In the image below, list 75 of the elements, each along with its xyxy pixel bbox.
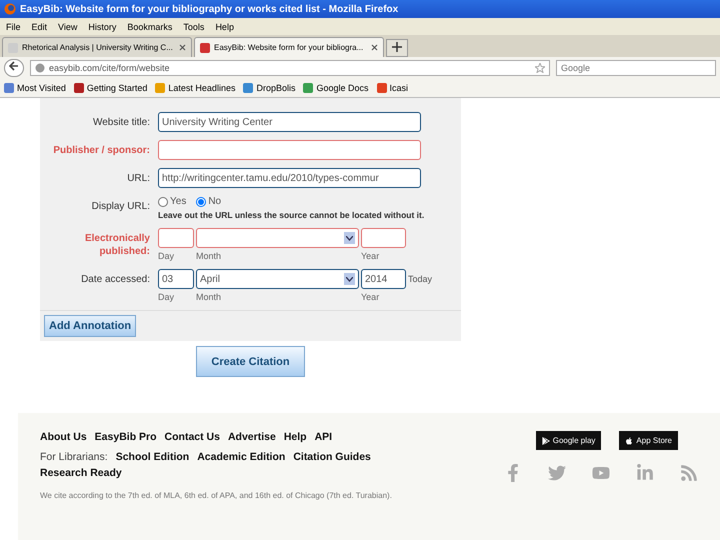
footer-link[interactable]: EasyBib Pro [94,431,157,443]
bookmark-item[interactable]: DropBolis [243,82,296,92]
field-label: Website title: [92,116,150,129]
bookmark-item[interactable]: Icasi [376,82,408,92]
date-part-label: Month [196,251,222,261]
page-icon [200,42,210,52]
footer-link[interactable]: Advertise [228,431,276,443]
date-part-label: Day [158,292,176,302]
menu-item[interactable]: View [58,22,78,32]
date-part-label: Day [158,251,176,261]
bookmark-item[interactable]: Latest Headlines [155,82,236,92]
linkedin-icon[interactable] [636,464,654,482]
footer-link[interactable]: Academic Edition [197,451,286,463]
footer-link[interactable]: School Edition [116,451,190,463]
back-arrow-icon [9,61,19,71]
year-field[interactable] [361,228,406,248]
text-field[interactable] [158,140,421,160]
field-label: URL: [126,172,150,185]
search-field[interactable]: Google [556,60,716,76]
back-button[interactable] [4,58,24,76]
field-label: Publisher / sponsor: [52,144,150,157]
twitter-icon[interactable] [548,464,566,482]
menu-item[interactable]: Help [215,22,234,32]
menu-item[interactable]: History [88,22,116,32]
menu-item[interactable]: Tools [183,22,204,32]
field-label: Electronically published: [84,232,150,258]
month-select[interactable] [196,228,359,248]
rss-icon[interactable] [680,464,698,482]
menu-item[interactable]: Bookmarks [127,22,172,32]
app-store-badge[interactable]: App Store [619,431,678,450]
close-icon[interactable] [371,44,378,51]
browser-tab[interactable]: EasyBib: Website form for your bibliogra... [194,37,384,57]
globe-icon [35,62,45,72]
window-title: EasyBib: Website form for your bibliography or works cited list - Mozilla Firefox [20,4,398,14]
field-label: Date accessed: [80,273,150,286]
caret-icon [344,273,355,285]
youtube-icon[interactable] [592,464,610,482]
star-icon[interactable] [535,62,545,72]
browser-tab[interactable]: Rhetorical Analysis | University Writing C... [2,37,192,57]
day-field[interactable]: 03 [158,269,194,289]
radio-option[interactable]: Yes [158,196,186,207]
footer-link[interactable]: Help [284,431,307,443]
date-part-label: Year [361,251,380,261]
footer-link[interactable]: Contact Us [164,431,220,443]
date-part-label: Month [196,292,222,302]
field-label: Display URL: [90,200,150,213]
bookmark-item[interactable]: Most Visited [4,82,66,92]
bookmark-item[interactable]: Google Docs [303,82,368,92]
month-select[interactable]: April [196,269,359,289]
today-link[interactable]: Today [408,274,432,284]
date-part-label: Year [361,292,380,302]
footer-link[interactable]: API [314,431,332,443]
create-citation-button[interactable]: Create Citation [196,346,305,377]
add-annotation-button[interactable]: Add Annotation [44,315,136,337]
new-tab-button[interactable] [386,39,408,57]
text-field[interactable]: http://writingcenter.tamu.edu/2010/types-commur [158,168,421,188]
caret-icon [344,232,355,244]
menu-item[interactable]: Edit [32,22,48,32]
address-field[interactable]: easybib.com/cite/form/website [30,60,550,76]
bookmark-item[interactable]: Getting Started [74,82,148,92]
librarians-label: For Librarians: [40,451,108,463]
plus-icon [392,42,402,52]
radio-option[interactable]: No [196,196,222,207]
citation-note: We cite according to the 7th ed. of MLA, 6th ed. of APA, and 16th ed. of Chicago (7th ed. Turabian). [40,491,393,500]
footer-link[interactable]: About Us [40,431,87,443]
browser-logo-icon [4,3,16,15]
footer-link[interactable]: Citation Guides [293,451,371,463]
day-field[interactable] [158,228,194,248]
year-field[interactable]: 2014 [361,269,406,289]
close-icon[interactable] [179,44,186,51]
text-field[interactable]: University Writing Center [158,112,421,132]
menu-item[interactable]: File [6,22,21,32]
footer-link[interactable]: Research Ready [40,467,122,479]
hint-text: Leave out the URL unless the source cannot be located without it. [158,210,426,220]
app-store-badge[interactable]: Google play [536,431,602,450]
